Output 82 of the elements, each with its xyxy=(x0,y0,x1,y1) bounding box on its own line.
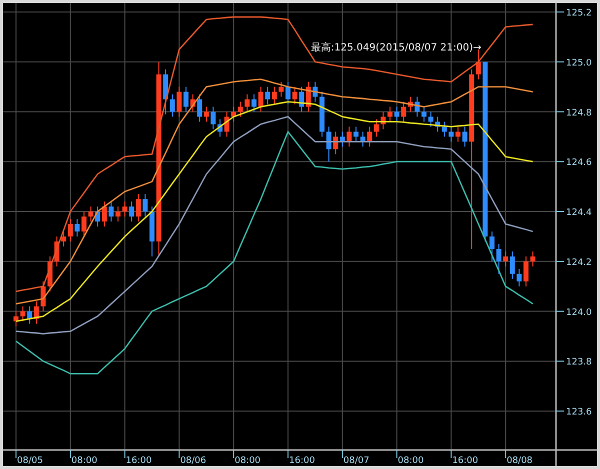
tick-mark xyxy=(556,360,564,362)
time-axis-label: 08/06 xyxy=(180,456,206,466)
price-axis-label: 125.0 xyxy=(566,58,592,68)
candlestick xyxy=(462,126,468,148)
candlestick xyxy=(74,218,80,237)
candlestick xyxy=(320,91,324,138)
candlestick xyxy=(184,86,188,112)
time-axis-label: 08:00 xyxy=(71,456,98,466)
candlestick xyxy=(448,126,454,142)
price-axis-label: 124.6 xyxy=(566,158,592,168)
candlestick xyxy=(428,111,434,128)
candlestick xyxy=(490,231,494,262)
tick-mark xyxy=(556,111,564,112)
candlestick xyxy=(190,94,196,112)
tick-mark xyxy=(556,11,564,12)
time-axis-label: 08:00 xyxy=(398,456,424,466)
price-axis-label: 124.0 xyxy=(566,308,592,318)
candlestick xyxy=(20,306,26,322)
candlestick xyxy=(142,194,148,218)
tick-mark xyxy=(556,61,564,62)
price-axis-label: 124.4 xyxy=(566,208,592,218)
candlestick xyxy=(360,131,366,148)
candlestick xyxy=(326,126,332,162)
tick-mark xyxy=(556,310,564,312)
tick-mark xyxy=(178,450,180,458)
candlestick xyxy=(456,126,460,142)
time-axis-label: 16:00 xyxy=(126,456,152,466)
candlestick xyxy=(40,280,46,312)
candlestick xyxy=(224,111,230,138)
candlestick xyxy=(244,94,250,112)
candlestick xyxy=(210,106,216,130)
candlestick xyxy=(14,310,18,327)
tick-mark xyxy=(396,450,398,458)
tick-mark xyxy=(505,450,506,458)
candlestick xyxy=(122,201,128,218)
candlestick xyxy=(286,81,290,105)
candlestick xyxy=(176,86,182,118)
candlestick xyxy=(108,201,114,222)
candlestick xyxy=(116,206,120,222)
price-axis-label: 123.6 xyxy=(566,408,592,418)
candlestick xyxy=(150,206,154,257)
candlestick xyxy=(414,96,420,118)
tick-mark xyxy=(70,450,71,458)
time-axis-label: 08/05 xyxy=(17,456,43,466)
candlestick xyxy=(88,206,94,222)
candlestick xyxy=(516,268,522,287)
candlestick xyxy=(394,106,400,122)
candlestick xyxy=(524,256,528,287)
candlestick xyxy=(278,81,284,98)
candlestick xyxy=(388,106,392,122)
candlestick xyxy=(530,250,536,267)
candlestick xyxy=(252,94,256,112)
tick-mark xyxy=(450,450,452,458)
tick-mark xyxy=(342,450,343,458)
high-price-annotation: 最高:125.049(2015/08/07 21:00)→ xyxy=(310,42,482,54)
tick-mark xyxy=(556,260,564,262)
tick-mark xyxy=(556,211,564,212)
candlestick xyxy=(54,236,60,267)
candlestick xyxy=(312,81,318,102)
time-axis-label: 08/07 xyxy=(343,456,370,466)
tick-mark xyxy=(233,450,234,458)
candlestick xyxy=(292,86,298,105)
candlestick xyxy=(380,111,386,130)
price-axis-label: 125.2 xyxy=(566,8,592,18)
time-axis-label: 08/08 xyxy=(506,456,533,466)
candlestick xyxy=(218,118,222,138)
tick-mark xyxy=(556,161,564,162)
candlestick xyxy=(48,256,52,292)
time-axis-label: 16:00 xyxy=(289,456,315,466)
time-axis-label: 08:00 xyxy=(234,456,261,466)
candlestick xyxy=(496,243,502,274)
candlestick xyxy=(354,126,358,142)
tick-mark xyxy=(124,450,126,458)
price-axis-label: 123.8 xyxy=(566,358,592,368)
candlestick xyxy=(82,211,86,237)
candlestick xyxy=(258,86,264,112)
candlestick xyxy=(346,126,352,148)
time-axis-label: 16:00 xyxy=(452,456,478,466)
tick-mark xyxy=(556,410,564,412)
candlestick xyxy=(422,106,426,122)
price-axis-label: 124.2 xyxy=(566,258,592,268)
price-axis-label: 124.8 xyxy=(566,108,592,118)
